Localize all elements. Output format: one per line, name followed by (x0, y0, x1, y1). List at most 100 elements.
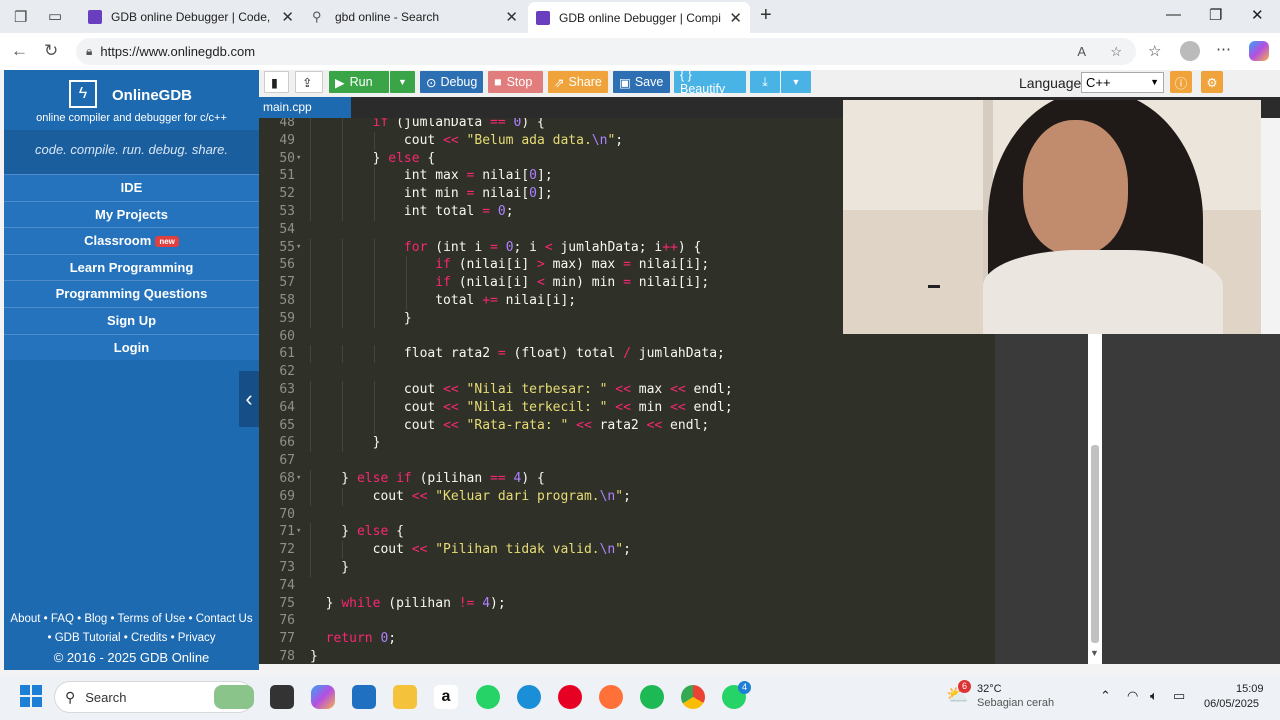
task-view-icon[interactable] (270, 685, 294, 709)
code-line[interactable]: 64 cout << "Nilai terkecil: " << min << … (259, 398, 995, 417)
code-line[interactable]: 74 (259, 577, 995, 595)
new-file-button[interactable]: ▮ (264, 71, 289, 93)
windows-start-icon[interactable] (20, 685, 42, 707)
footer-links-2[interactable]: • GDB Tutorial • Credits • Privacy (4, 629, 259, 648)
weather-temp[interactable]: 32°C (977, 683, 1002, 695)
collapse-sidebar-button[interactable]: ‹ (239, 371, 259, 427)
close-tab-icon[interactable]: ✕ (505, 8, 518, 26)
minimize-icon[interactable]: — (1166, 6, 1181, 23)
beautify-button[interactable]: { } Beautify (674, 68, 746, 96)
download-button[interactable]: ⤓ (750, 71, 780, 93)
new-tab-icon[interactable]: + (760, 4, 772, 27)
back-icon[interactable]: ← (11, 41, 28, 61)
wifi-icon[interactable]: ◠ (1127, 688, 1138, 704)
tab-search[interactable]: ⚲ gbd online - Search ✕ (304, 4, 526, 29)
clock-time[interactable]: 15:09 (1236, 683, 1264, 695)
code-line[interactable]: 65 cout << "Rata-rata: " << rata2 << end… (259, 416, 995, 435)
more-menu-icon[interactable]: ⋯ (1216, 40, 1231, 58)
code-line[interactable]: 72 cout << "Pilihan tidak valid.\n"; (259, 541, 995, 559)
code-line[interactable]: 75 } while (pilihan != 4); (259, 595, 995, 613)
code-line[interactable]: 78} (259, 648, 995, 664)
line-number: 53 (279, 204, 295, 219)
run-button[interactable]: ▶ Run (329, 71, 389, 93)
firefox-icon[interactable] (599, 685, 623, 709)
sidebar-item-sign-up[interactable]: Sign Up (4, 306, 259, 334)
run-options-dropdown[interactable]: ▼ (390, 71, 415, 93)
fold-arrow-icon[interactable]: ▾ (296, 523, 301, 541)
sidebar-item-my-projects[interactable]: My Projects (4, 200, 259, 228)
chevron-up-icon[interactable]: ⌃ (1100, 688, 1111, 704)
scrollbar-thumb[interactable] (1091, 445, 1099, 643)
tab-gdb-1[interactable]: GDB online Debugger | Code, Co ✕ (80, 4, 302, 29)
save-button[interactable]: ▣ Save (613, 71, 670, 93)
share-button[interactable]: ⇗ Share (548, 71, 608, 93)
line-number: 58 (279, 293, 295, 308)
copilot-taskbar-icon[interactable] (311, 685, 335, 709)
maximize-icon[interactable]: ❐ (1209, 6, 1222, 24)
fold-arrow-icon[interactable]: ▾ (296, 239, 301, 257)
code-line[interactable]: 71 ▾ } else { (259, 523, 995, 542)
search-highlight-icon[interactable] (214, 685, 254, 709)
volume-icon[interactable]: 🔈︎ (1150, 688, 1158, 704)
sidebar-item-classroom[interactable]: Classroom new (4, 227, 259, 254)
read-aloud-icon[interactable]: A (1077, 44, 1086, 59)
close-window-icon[interactable]: ✕ (1251, 6, 1264, 24)
logo-area[interactable]: ϟ OnlineGDB online compiler and debugger… (4, 70, 259, 130)
line-number: 52 (279, 186, 295, 202)
code-line[interactable]: 61 float rata2 = (float) total / jumlahD… (259, 345, 995, 364)
profile-avatar[interactable] (1180, 41, 1200, 61)
code-line[interactable]: 76 (259, 612, 995, 630)
language-select[interactable]: C++ ▼ (1081, 72, 1164, 93)
close-tab-icon[interactable]: ✕ (281, 8, 294, 26)
favorite-star-icon[interactable]: ☆ (1110, 44, 1122, 60)
stop-button[interactable]: ■ Stop (488, 71, 543, 93)
code-line[interactable]: 70 (259, 506, 995, 524)
code-line[interactable]: 68 ▾ } else if (pilihan == 4) { (259, 470, 995, 488)
code-text: cout << "Rata-rata: " << rata2 << endl; (310, 417, 710, 433)
file-tab-main-cpp[interactable]: main.cpp (259, 97, 351, 118)
spotify-icon[interactable] (640, 685, 664, 709)
fold-arrow-icon[interactable]: ▾ (296, 150, 301, 168)
footer-links[interactable]: About • FAQ • Blog • Terms of Use • Cont… (4, 610, 259, 629)
favorites-icon[interactable]: ☆ (1148, 42, 1161, 60)
settings-button[interactable]: ⚙ (1201, 71, 1223, 93)
code-line[interactable]: 62 (259, 363, 995, 381)
tab-actions-icon[interactable]: ▭ (48, 7, 62, 25)
sidebar-item-learn-programming[interactable]: Learn Programming (4, 253, 259, 281)
workspaces-icon[interactable]: ❐ (14, 8, 27, 26)
pinterest-icon[interactable] (558, 685, 582, 709)
file-explorer-icon[interactable] (393, 685, 417, 709)
amazon-icon[interactable]: a (434, 685, 458, 709)
copilot-icon[interactable] (1249, 41, 1269, 61)
tab-gdb-active[interactable]: GDB online Debugger | Compiler ✕ (528, 2, 750, 33)
code-line[interactable]: 63 cout << "Nilai terbesar: " << max << … (259, 381, 995, 399)
edge-icon[interactable] (517, 685, 541, 709)
url-field[interactable]: 🔒︎ https://www.onlinegdb.com A ☆ (76, 38, 1136, 65)
info-button[interactable]: ⓘ (1170, 71, 1192, 93)
sidebar-item-programming-questions[interactable]: Programming Questions (4, 280, 259, 307)
code-line[interactable]: 69 cout << "Keluar dari program.\n"; (259, 487, 995, 506)
code-line[interactable]: 73 } (259, 559, 995, 577)
battery-icon[interactable]: ▭ (1173, 688, 1185, 704)
debug-button[interactable]: ⊙ Debug (420, 71, 483, 93)
line-number: 65 (279, 417, 295, 433)
close-tab-icon[interactable]: ✕ (729, 9, 742, 27)
store-icon[interactable] (352, 685, 376, 709)
info-icon: ⓘ (1174, 76, 1188, 91)
sidebar-item-ide[interactable]: IDE (4, 174, 259, 201)
sidebar-item-login[interactable]: Login (4, 333, 259, 361)
line-number: 66 (279, 435, 295, 451)
upload-button[interactable]: ⇪ (295, 71, 323, 93)
fold-arrow-icon[interactable]: ▾ (296, 470, 301, 488)
code-line[interactable]: 67 (259, 452, 995, 470)
download-options-dropdown[interactable]: ▼ (781, 71, 811, 93)
code-text: cout << "Nilai terkecil: " << min << end… (310, 399, 733, 415)
clock-date[interactable]: 06/05/2025 (1204, 698, 1259, 710)
whatsapp-icon[interactable] (476, 685, 500, 709)
refresh-icon[interactable]: ↻ (44, 41, 58, 61)
scroll-down-arrow-icon[interactable]: ▼ (1090, 648, 1099, 658)
code-line[interactable]: 66 } (259, 434, 995, 453)
run-label: Run (349, 75, 373, 89)
code-line[interactable]: 77 return 0; (259, 630, 995, 648)
chrome-icon[interactable] (681, 685, 705, 709)
